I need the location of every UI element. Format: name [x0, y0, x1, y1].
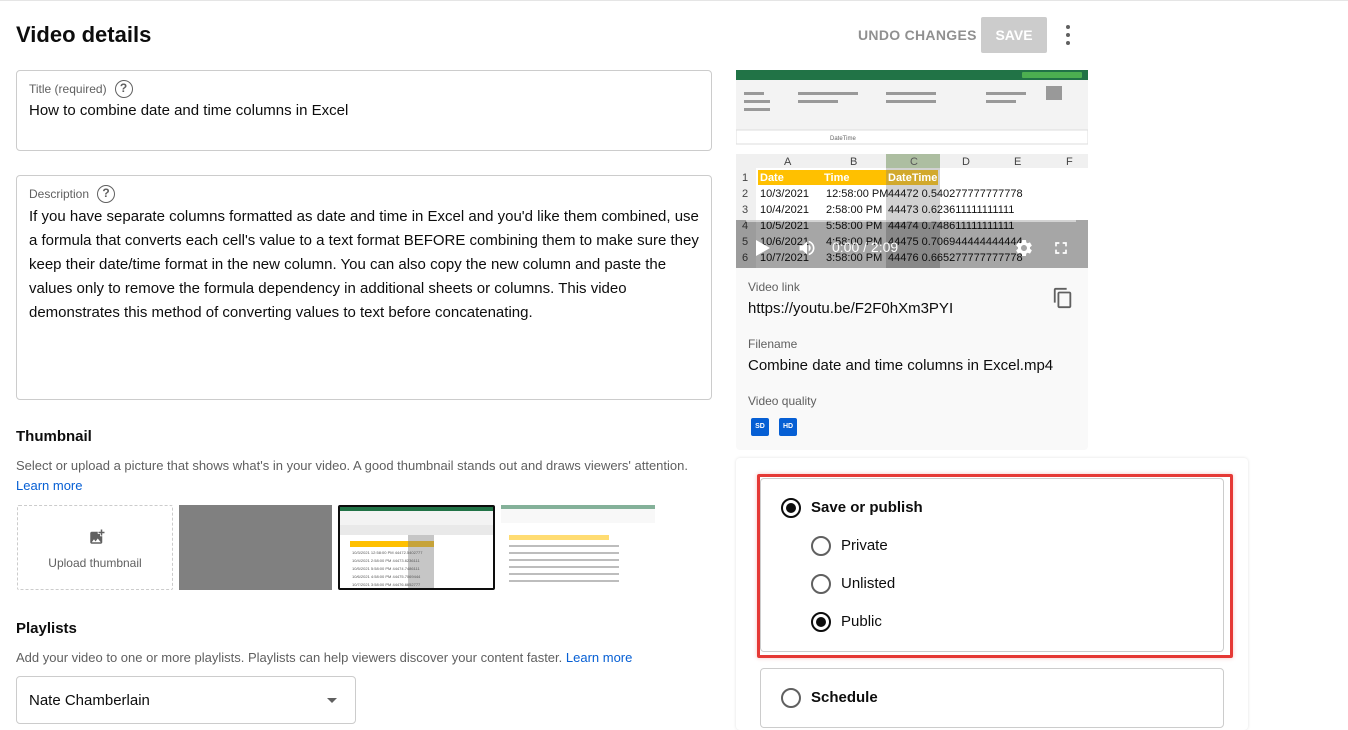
fullscreen-icon[interactable] — [1051, 238, 1071, 258]
top-divider — [0, 0, 1348, 1]
sd-badge: SD — [751, 418, 769, 436]
video-frame: DateTime ABCDEF Date Time DateTime12 10/3/2… — [736, 70, 1088, 268]
play-icon[interactable] — [756, 240, 770, 256]
hd-badge: HD — [779, 418, 797, 436]
sheet-cell: 10/4/2021 — [760, 204, 809, 216]
sheet-header-cell: DateTime — [888, 172, 937, 184]
svg-text:10/7/2021 3:58:00 PM 44476.665: 10/7/2021 3:58:00 PM 44476.6652777 — [352, 582, 421, 587]
playlist-dropdown[interactable]: Nate Chamberlain — [16, 676, 356, 724]
sheet-column-head: E — [1014, 156, 1021, 168]
sheet-row-number: 3 — [742, 204, 748, 216]
thumbnail-subtext: Select or upload a picture that shows wh… — [16, 458, 688, 493]
description-field[interactable]: Description ? If you have separate colum… — [16, 175, 712, 400]
thumbnail-option-3[interactable] — [501, 505, 655, 590]
sheet-cell: 44472 0.540277777777778 — [888, 188, 1023, 200]
sheet-cell: 2:58:00 PM — [826, 204, 882, 216]
playlists-learn-more-link[interactable]: Learn more — [566, 650, 632, 665]
page-title: Video details — [16, 22, 152, 47]
svg-text:10/5/2021 5:58:00 PM 44474.748: 10/5/2021 5:58:00 PM 44474.7486111 — [352, 566, 420, 571]
more-options-icon[interactable] — [1056, 20, 1080, 50]
public-label: Public — [841, 613, 882, 630]
sheet-cell: 10/3/2021 — [760, 188, 809, 200]
thumbnail-image: 10/3/2021 12:58:00 PM 44472.5402777 10/4… — [340, 507, 493, 588]
save-or-publish-radio[interactable] — [781, 498, 801, 518]
thumbnail-option-1[interactable] — [179, 505, 332, 590]
sheet-row-number: 1 — [742, 172, 748, 184]
video-link-label: Video link — [748, 280, 800, 294]
filename-value: Combine date and time columns in Excel.m… — [748, 357, 1054, 374]
save-button[interactable]: SAVE — [981, 17, 1047, 53]
help-icon[interactable]: ? — [114, 80, 133, 98]
sheet-header-cell: Time — [824, 172, 849, 184]
volume-icon[interactable] — [796, 238, 818, 258]
video-preview[interactable]: DateTime ABCDEF Date Time DateTime 1 2 10/3/2… — [736, 70, 1088, 268]
private-label: Private — [841, 537, 888, 554]
sheet-column-head: D — [962, 156, 970, 168]
thumbnail-image — [501, 505, 655, 590]
svg-text:DateTime: DateTime — [830, 136, 856, 142]
thumbnail-heading: Thumbnail — [16, 428, 92, 445]
svg-text:10/4/2021 2:58:00 PM 44473.623: 10/4/2021 2:58:00 PM 44473.6236111 — [352, 558, 420, 563]
upload-thumbnail-label: Upload thumbnail — [48, 556, 142, 570]
unlisted-radio[interactable] — [811, 574, 831, 594]
sheet-column-head: A — [784, 156, 792, 168]
sheet-cell: 44473 0.623611111111111 — [888, 204, 1014, 216]
title-input[interactable]: How to combine date and time columns in … — [29, 102, 348, 119]
title-field[interactable]: Title (required) ? How to combine date a… — [16, 70, 712, 151]
schedule-radio[interactable] — [781, 688, 801, 708]
svg-text:10/3/2021 12:58:00 PM 44472.54: 10/3/2021 12:58:00 PM 44472.5402777 — [352, 550, 423, 555]
video-details-card: DateTime ABCDEF Date Time DateTime 1 2 10/3/2… — [736, 70, 1088, 450]
playlist-selected-value: Nate Chamberlain — [29, 692, 150, 709]
svg-text:10/6/2021 4:58:00 PM 44475.706: 10/6/2021 4:58:00 PM 44475.7069444 — [352, 574, 421, 579]
title-label: Title (required) ? — [29, 80, 133, 98]
video-quality-label: Video quality — [748, 394, 817, 408]
thumbnail-option-2[interactable]: 10/3/2021 12:58:00 PM 44472.5402777 10/4… — [338, 505, 495, 590]
copy-icon[interactable] — [1052, 286, 1074, 310]
undo-changes-button[interactable]: UNDO CHANGES — [848, 18, 987, 52]
description-label: Description ? — [29, 185, 116, 203]
description-input[interactable]: If you have separate columns formatted a… — [29, 205, 709, 325]
sheet-cell: 12:58:00 PM — [826, 188, 888, 200]
settings-gear-icon[interactable] — [1014, 238, 1034, 258]
unlisted-label: Unlisted — [841, 575, 896, 592]
schedule-label: Schedule — [811, 689, 878, 706]
help-icon[interactable]: ? — [97, 185, 116, 203]
caret-down-icon — [327, 698, 337, 703]
add-photo-icon — [90, 529, 105, 544]
video-link[interactable]: https://youtu.be/F2F0hXm3PYI — [748, 300, 953, 317]
thumbnail-learn-more-link[interactable]: Learn more — [16, 478, 82, 493]
playlists-heading: Playlists — [16, 620, 77, 637]
playlists-subtext: Add your video to one or more playlists.… — [16, 650, 633, 665]
private-radio[interactable] — [811, 536, 831, 556]
sheet-row-number: 2 — [742, 188, 748, 200]
save-or-publish-label: Save or publish — [811, 499, 923, 516]
sheet-header-cell: Date — [760, 172, 784, 184]
sheet-column-head: B — [850, 156, 857, 168]
video-time: 0:00 / 2:09 — [832, 239, 899, 255]
upload-thumbnail-button[interactable]: Upload thumbnail — [17, 505, 173, 590]
filename-label: Filename — [748, 337, 798, 351]
sheet-column-head: F — [1066, 156, 1073, 168]
public-radio[interactable] — [811, 612, 831, 632]
